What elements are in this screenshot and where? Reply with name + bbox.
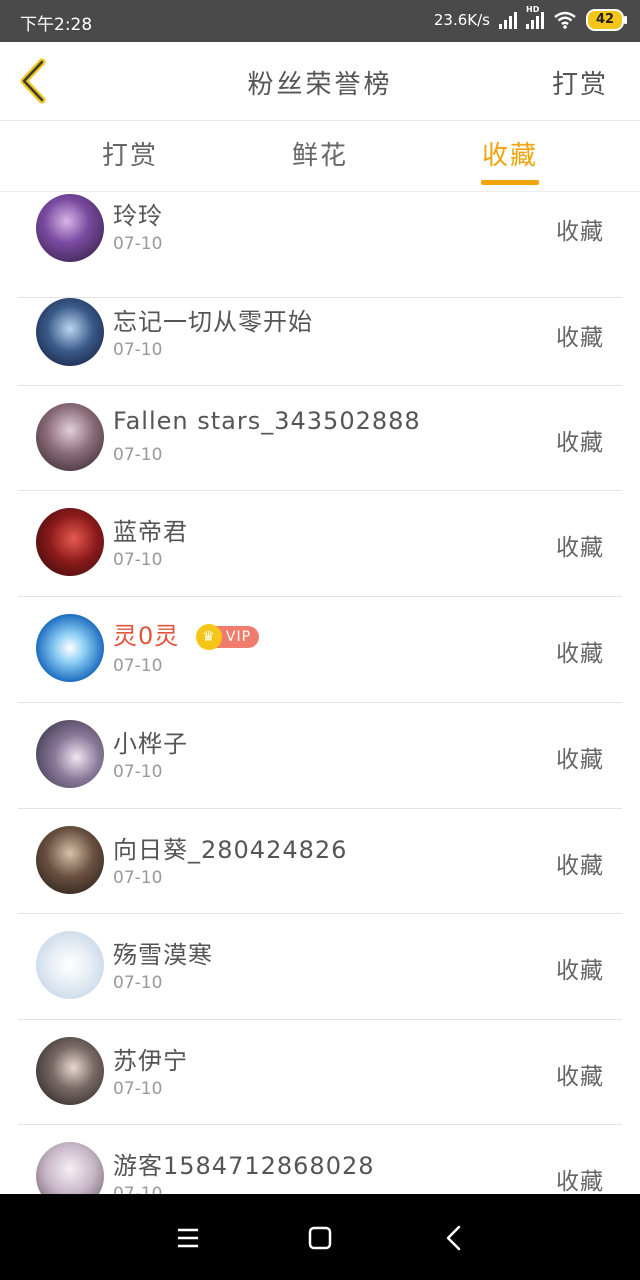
user-name-text: 灵0灵 — [113, 622, 180, 650]
vip-badge: ♛ VIP — [195, 624, 260, 650]
action-label: 收藏 — [556, 430, 604, 456]
user-name: 殇雪漠寒 — [113, 941, 213, 969]
list-item[interactable]: 殇雪漠寒 07-10 收藏 — [18, 913, 622, 1020]
wifi-icon — [554, 11, 576, 29]
header: 粉丝荣誉榜 打赏 — [0, 42, 640, 121]
tab-flowers[interactable]: 鲜花 — [260, 135, 380, 172]
action-label: 收藏 — [556, 325, 604, 351]
user-name: 向日葵_280424826 — [113, 836, 348, 864]
list-item[interactable]: 游客1584712868028 07-10 收藏 — [18, 1124, 622, 1194]
action-label: 收藏 — [556, 1169, 604, 1194]
tab-tip[interactable]: 打赏 — [70, 135, 190, 172]
avatar[interactable] — [36, 826, 104, 894]
date: 07-10 — [113, 234, 163, 254]
fan-list: 玲玲 07-10 收藏 忘记一切从零开始 07-10 收藏 Fallen sta… — [0, 192, 640, 1194]
action-label: 收藏 — [556, 219, 604, 245]
home-square-icon — [308, 1226, 332, 1250]
list-item[interactable]: 蓝帝君 07-10 收藏 — [18, 490, 622, 597]
date: 07-10 — [113, 550, 163, 570]
date: 07-10 — [113, 656, 163, 676]
date: 07-10 — [113, 868, 163, 888]
action-label: 收藏 — [556, 853, 604, 879]
page-title: 粉丝荣誉榜 — [247, 70, 393, 100]
avatar[interactable] — [36, 1142, 104, 1194]
date: 07-10 — [113, 1184, 163, 1194]
user-name: 游客1584712868028 — [113, 1152, 375, 1180]
user-name: 苏伊宁 — [113, 1047, 188, 1075]
date: 07-10 — [113, 445, 163, 465]
nav-home-button[interactable] — [300, 1218, 340, 1258]
battery-icon: 42 — [586, 9, 627, 31]
status-icons: 23.6K/s HD 42 — [433, 5, 627, 31]
nav-menu-button[interactable] — [168, 1218, 208, 1258]
nav-back-button[interactable] — [434, 1218, 474, 1258]
status-bar: 下午2:28 23.6K/s HD 42 — [0, 0, 640, 42]
action-label: 收藏 — [556, 747, 604, 773]
date: 07-10 — [113, 762, 163, 782]
list-item[interactable]: Fallen stars_343502888 07-10 收藏 — [18, 385, 622, 491]
avatar[interactable] — [36, 403, 104, 471]
tab-favorites[interactable]: 收藏 — [450, 135, 570, 172]
menu-icon — [178, 1228, 198, 1248]
network-speed: 23.6K/s — [433, 11, 490, 29]
system-nav-bar — [0, 1194, 640, 1280]
user-name: 蓝帝君 — [113, 518, 188, 546]
avatar[interactable] — [36, 614, 104, 682]
list-item[interactable]: 忘记一切从零开始 07-10 收藏 — [18, 280, 622, 386]
avatar[interactable] — [36, 508, 104, 576]
date: 07-10 — [113, 340, 163, 360]
hd-signal-icon: HD — [526, 5, 544, 29]
user-name: 小桦子 — [113, 730, 188, 758]
list-item[interactable]: 小桦子 07-10 收藏 — [18, 702, 622, 809]
avatar[interactable] — [36, 194, 104, 262]
active-tab-indicator — [481, 180, 539, 185]
action-label: 收藏 — [556, 535, 604, 561]
action-label: 收藏 — [556, 641, 604, 667]
list-item[interactable]: 苏伊宁 07-10 收藏 — [18, 1019, 622, 1125]
user-name: 忘记一切从零开始 — [113, 308, 313, 336]
user-name-vip: 灵0灵 ♛ VIP — [113, 616, 260, 651]
list-item[interactable]: 向日葵_280424826 07-10 收藏 — [18, 808, 622, 914]
status-time: 下午2:28 — [20, 15, 93, 35]
date: 07-10 — [113, 1079, 163, 1099]
header-tip-button[interactable]: 打赏 — [552, 64, 608, 101]
crown-icon: ♛ — [195, 624, 222, 650]
action-label: 收藏 — [556, 958, 604, 984]
user-name: 玲玲 — [113, 202, 163, 230]
action-label: 收藏 — [556, 1064, 604, 1090]
avatar[interactable] — [36, 1037, 104, 1105]
tab-bar: 打赏 鲜花 收藏 — [0, 121, 640, 192]
avatar[interactable] — [36, 931, 104, 999]
user-name: Fallen stars_343502888 — [113, 407, 421, 435]
date: 07-10 — [113, 973, 163, 993]
signal-icon — [499, 11, 517, 29]
avatar[interactable] — [36, 720, 104, 788]
avatar[interactable] — [36, 298, 104, 366]
back-triangle-icon — [446, 1225, 461, 1251]
list-item[interactable]: 灵0灵 ♛ VIP 07-10 收藏 — [18, 596, 622, 703]
